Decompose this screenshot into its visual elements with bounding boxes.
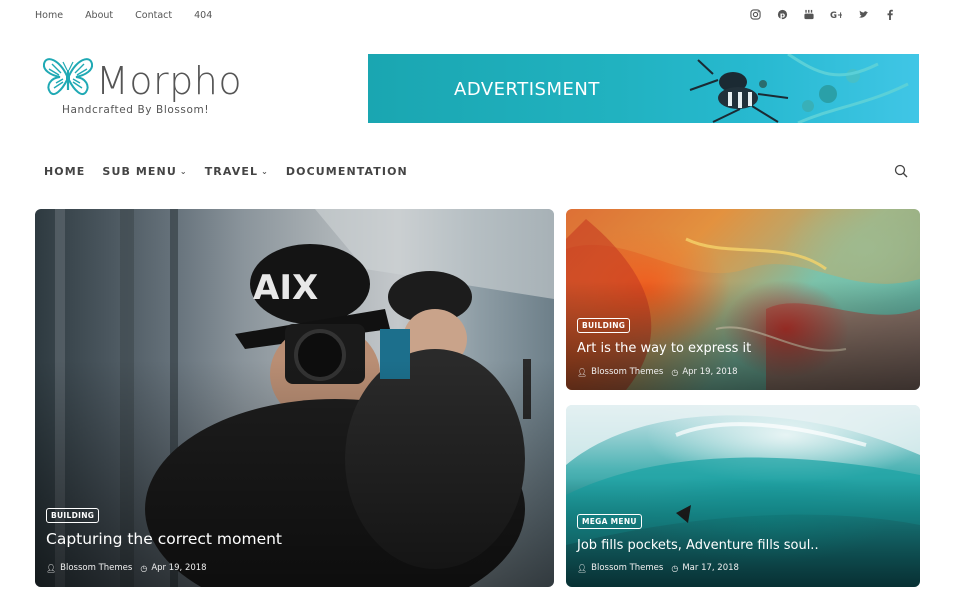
advertisement-banner[interactable]: ADVERTISMENT	[368, 54, 919, 123]
pinterest-icon[interactable]: p	[776, 8, 788, 20]
nav-documentation[interactable]: DOCUMENTATION	[286, 165, 408, 178]
twitter-icon[interactable]	[857, 8, 869, 20]
post-title[interactable]: Capturing the correct moment	[46, 530, 282, 548]
post-date[interactable]: Apr 19, 2018	[682, 367, 737, 377]
topnav-home-link[interactable]: Home	[35, 10, 63, 21]
chevron-down-icon: ⌄	[261, 167, 269, 176]
topnav-404-link[interactable]: 404	[194, 10, 212, 21]
user-icon: 👤︎	[46, 563, 57, 573]
nav-home-label: HOME	[44, 165, 86, 178]
category-badge[interactable]: MEGA MENU	[577, 514, 642, 529]
main-nav: HOME SUB MENU ⌄ TRAVEL ⌄ DOCUMENTATION	[44, 165, 425, 178]
nav-travel-label: TRAVEL	[204, 165, 259, 178]
site-title[interactable]: Morpho	[96, 58, 242, 104]
post-meta: 👤︎ Blossom Themes ◷ Mar 17, 2018	[577, 563, 739, 573]
nav-documentation-label: DOCUMENTATION	[285, 165, 408, 178]
post-title[interactable]: Art is the way to express it	[577, 341, 751, 356]
topnav-about-link[interactable]: About	[85, 10, 113, 21]
ad-image	[689, 54, 909, 123]
featured-post-side-top[interactable]: BUILDING Art is the way to express it 👤︎…	[566, 209, 920, 390]
svg-text:G+: G+	[830, 10, 842, 19]
user-icon: 👤︎	[577, 563, 588, 573]
clock-icon: ◷	[671, 367, 679, 377]
svg-text:AIX: AIX	[253, 268, 318, 308]
card-overlay	[35, 360, 554, 587]
svg-text:p: p	[779, 10, 784, 19]
butterfly-icon	[42, 56, 94, 105]
featured-post-side-bottom[interactable]: MEGA MENU Job fills pockets, Adventure f…	[566, 405, 920, 587]
topnav-contact-link[interactable]: Contact	[135, 10, 172, 21]
featured-post-main[interactable]: AIX BUILDING Capturing the correct momen…	[35, 209, 554, 587]
post-author[interactable]: Blossom Themes	[591, 563, 663, 573]
post-title[interactable]: Job fills pockets, Adventure fills soul.…	[577, 538, 819, 553]
top-nav: Home About Contact 404	[35, 10, 234, 21]
category-badge[interactable]: BUILDING	[577, 318, 631, 333]
nav-sub-menu[interactable]: SUB MENU ⌄	[102, 165, 187, 178]
nav-travel[interactable]: TRAVEL ⌄	[205, 165, 269, 178]
post-author[interactable]: Blossom Themes	[60, 563, 132, 573]
post-author[interactable]: Blossom Themes	[591, 367, 663, 377]
facebook-icon[interactable]	[884, 8, 896, 20]
social-links: p G+	[749, 8, 896, 20]
post-meta: 👤︎ Blossom Themes ◷ Apr 19, 2018	[577, 367, 738, 377]
search-icon[interactable]	[894, 164, 908, 178]
instagram-icon[interactable]	[749, 8, 761, 20]
user-icon: 👤︎	[577, 367, 588, 377]
post-date[interactable]: Apr 19, 2018	[151, 563, 206, 573]
post-date[interactable]: Mar 17, 2018	[682, 563, 739, 573]
site-logo[interactable]: Morpho	[42, 56, 242, 105]
youtube-icon[interactable]	[803, 8, 815, 20]
clock-icon: ◷	[671, 563, 679, 573]
chevron-down-icon: ⌄	[179, 167, 188, 176]
google-plus-icon[interactable]: G+	[830, 8, 842, 20]
nav-sub-menu-label: SUB MENU	[102, 165, 177, 178]
site-tagline: Handcrafted By Blossom!	[62, 104, 210, 116]
category-badge[interactable]: BUILDING	[46, 508, 100, 523]
clock-icon: ◷	[140, 563, 148, 573]
nav-home[interactable]: HOME	[44, 165, 85, 178]
top-bar: Home About Contact 404 p G+	[0, 0, 954, 30]
post-meta: 👤︎ Blossom Themes ◷ Apr 19, 2018	[46, 563, 207, 573]
